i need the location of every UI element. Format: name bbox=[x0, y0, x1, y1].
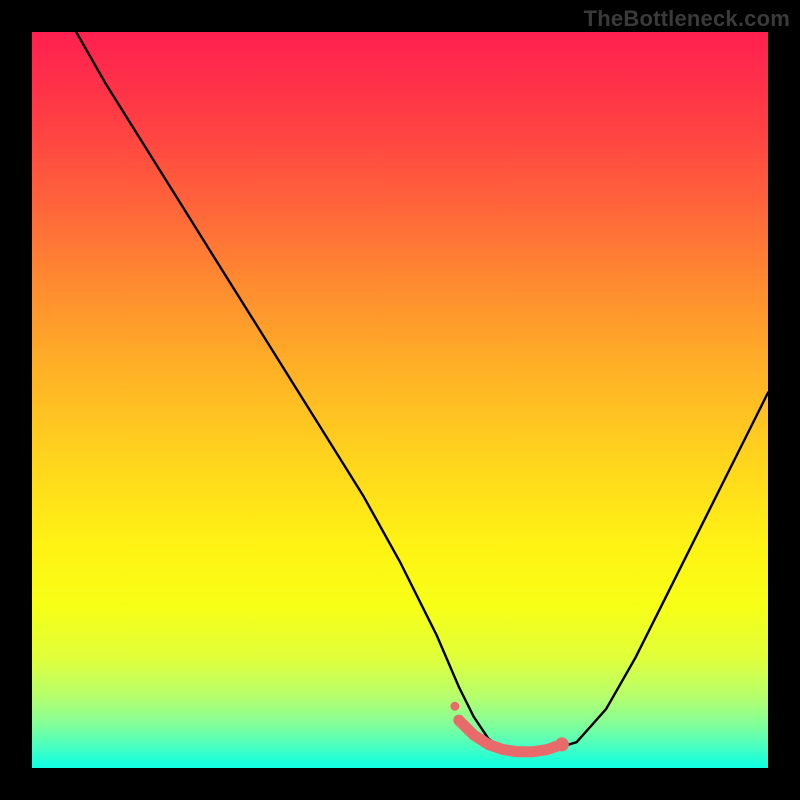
chart-frame: TheBottleneck.com bbox=[0, 0, 800, 800]
marker-dot bbox=[453, 715, 464, 726]
plot-area bbox=[32, 32, 768, 768]
bottleneck-curve bbox=[76, 32, 768, 753]
highlight-markers bbox=[450, 702, 569, 752]
curve-svg bbox=[32, 32, 768, 768]
watermark-text: TheBottleneck.com bbox=[584, 6, 790, 32]
marker-dot-detached bbox=[450, 702, 459, 711]
marker-connector bbox=[459, 720, 562, 752]
marker-dot bbox=[555, 737, 569, 751]
